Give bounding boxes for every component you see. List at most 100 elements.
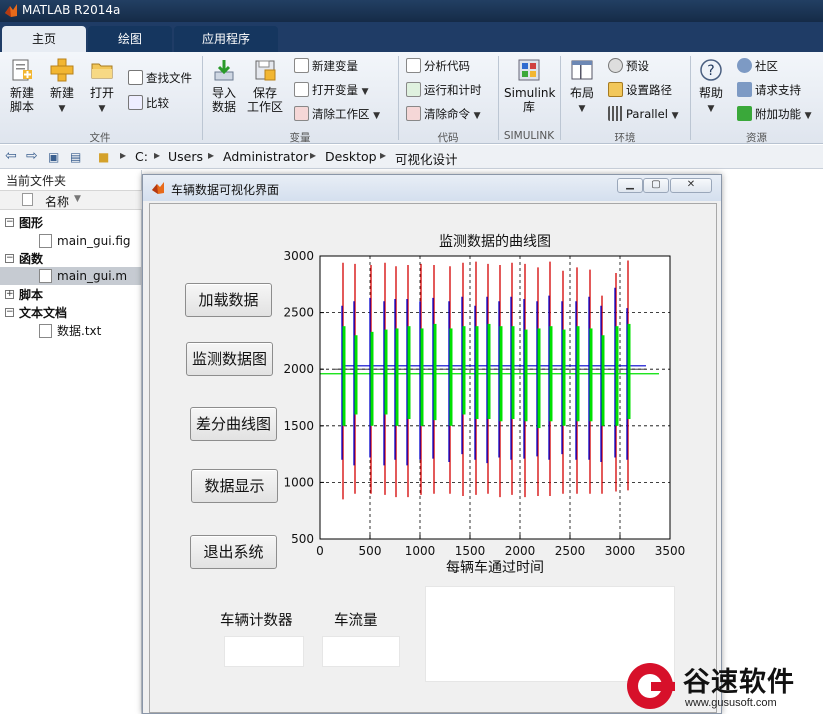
- file-name: 数据.txt: [57, 324, 102, 338]
- environment-group-label: 环境: [614, 132, 636, 144]
- new-variable-button[interactable]: 新建变量: [294, 58, 358, 74]
- clear-workspace-button[interactable]: 清除工作区 ▼: [294, 106, 380, 122]
- series-3-spike: [589, 328, 593, 422]
- collapse-icon[interactable]: −: [5, 308, 14, 317]
- help-icon: ?: [700, 59, 722, 81]
- open-variable-button[interactable]: 打开变量 ▼: [294, 82, 369, 98]
- series-3-spike: [549, 326, 553, 422]
- open-label: 打开: [89, 86, 114, 100]
- file-item[interactable]: main_gui.fig: [0, 232, 142, 250]
- tree-group-figures[interactable]: − 图形: [0, 214, 142, 232]
- request-support-label: 请求支持: [755, 83, 801, 97]
- open-variable-dropdown-icon[interactable]: ▼: [362, 87, 369, 97]
- resources-group-label: 资源: [746, 132, 767, 144]
- new-button[interactable]: 新建 ▼: [46, 58, 78, 116]
- file-item-selected[interactable]: main_gui.m: [0, 267, 142, 285]
- x-tick-label: 2000: [505, 544, 536, 558]
- traffic-flow-field[interactable]: [322, 636, 400, 667]
- y-tick-label: 1000: [283, 475, 314, 489]
- tree-group-scripts[interactable]: + 脚本: [0, 286, 142, 304]
- help-dropdown-icon[interactable]: ▼: [708, 104, 715, 114]
- app-title: MATLAB R2014a: [22, 3, 121, 17]
- simulink-library-button[interactable]: Simulink 库: [504, 58, 555, 114]
- back-arrow-icon[interactable]: ⇦: [5, 148, 17, 164]
- save-workspace-button[interactable]: 保存 工作区: [246, 58, 284, 114]
- parallel-dropdown-icon[interactable]: ▼: [672, 111, 679, 121]
- breadcrumb-users[interactable]: Users: [168, 149, 203, 164]
- import-data-button[interactable]: 导入 数据: [207, 58, 241, 114]
- analyze-code-button[interactable]: 分析代码: [406, 58, 470, 74]
- breadcrumb-drive[interactable]: C:: [135, 149, 148, 164]
- open-dropdown-icon[interactable]: ▼: [99, 104, 106, 114]
- breadcrumb-administrator[interactable]: Administrator: [223, 149, 308, 164]
- help-label: 帮助: [698, 86, 723, 100]
- parallel-button[interactable]: Parallel ▼: [608, 106, 678, 121]
- save-workspace-label: 保存 工作区: [246, 86, 283, 114]
- help-button[interactable]: ? 帮助 ▼: [696, 58, 726, 116]
- breadcrumb-desktop[interactable]: Desktop: [325, 149, 377, 164]
- group-label: 脚本: [19, 288, 44, 302]
- open-button[interactable]: 打开 ▼: [86, 58, 118, 116]
- find-files-button[interactable]: 查找文件: [128, 70, 192, 86]
- browse-folder-icon[interactable]: ▤: [70, 150, 81, 164]
- variable-group-label: 变量: [289, 132, 311, 144]
- watermark-logo: 谷速软件 www.gususoft.com: [625, 657, 823, 714]
- new-dropdown-icon[interactable]: ▼: [59, 104, 66, 114]
- add-ons-dropdown-icon[interactable]: ▼: [805, 111, 812, 121]
- layout-icon: [571, 60, 593, 80]
- series-3-spike: [420, 328, 424, 426]
- x-tick-label: 1000: [405, 544, 436, 558]
- request-support-button[interactable]: 请求支持: [737, 82, 801, 98]
- run-and-time-button[interactable]: 运行和计时: [406, 82, 482, 98]
- x-tick-label: 500: [359, 544, 382, 558]
- up-folder-icon[interactable]: ▣: [48, 150, 59, 164]
- find-files-icon: [128, 70, 143, 85]
- chart-title: 监测数据的曲线图: [439, 234, 551, 250]
- collapse-icon[interactable]: −: [5, 218, 14, 227]
- vehicle-counter-label: 车辆计数器: [220, 613, 293, 629]
- clear-workspace-dropdown-icon[interactable]: ▼: [373, 111, 380, 121]
- tab-home[interactable]: 主页: [2, 26, 86, 52]
- file-item[interactable]: 数据.txt: [0, 322, 142, 340]
- community-button[interactable]: 社区: [737, 58, 778, 74]
- sort-arrow-icon: ▼: [74, 194, 81, 204]
- path-separator-icon: ▸: [310, 148, 317, 162]
- add-ons-button[interactable]: 附加功能 ▼: [737, 106, 812, 122]
- parallel-label: Parallel: [626, 107, 668, 121]
- collapse-icon[interactable]: −: [5, 254, 14, 263]
- path-separator-icon: ▸: [154, 148, 161, 162]
- minimize-icon[interactable]: ▁: [617, 178, 643, 193]
- preferences-button[interactable]: 预设: [608, 58, 649, 74]
- figure-client-area: 加载数据 监测数据图 差分曲线图 数据显示 退出系统 车辆计数器 车流量 0 50…: [149, 203, 717, 713]
- preferences-label: 预设: [626, 59, 649, 73]
- tree-group-functions[interactable]: − 函数: [0, 250, 142, 268]
- clear-commands-dropdown-icon[interactable]: ▼: [474, 111, 481, 121]
- group-separator: [202, 56, 203, 140]
- simulink-group-label: SIMULINK: [503, 130, 555, 142]
- layout-dropdown-icon[interactable]: ▼: [579, 104, 586, 114]
- clear-commands-button[interactable]: 清除命令 ▼: [406, 106, 481, 122]
- tree-group-text-documents[interactable]: − 文本文档: [0, 304, 142, 322]
- forward-arrow-icon[interactable]: ⇨: [26, 148, 38, 164]
- series-3-spike: [537, 328, 541, 429]
- compare-button[interactable]: 比较: [128, 95, 169, 111]
- expand-icon[interactable]: +: [5, 290, 14, 299]
- path-separator-icon: ▸: [208, 148, 215, 162]
- tab-apps[interactable]: 应用程序: [174, 26, 278, 52]
- layout-button[interactable]: 布局 ▼: [566, 58, 598, 116]
- close-icon[interactable]: ✕: [670, 178, 712, 193]
- figure-title: 车辆数据可视化界面: [171, 183, 280, 197]
- figure-title-bar[interactable]: 车辆数据可视化界面 ▁ ▢ ✕: [143, 175, 721, 201]
- column-header[interactable]: 名称 ▼: [0, 190, 142, 210]
- tab-plots[interactable]: 绘图: [88, 26, 172, 52]
- clear-commands-label: 清除命令: [424, 107, 470, 121]
- new-label: 新建: [49, 86, 74, 100]
- new-script-button[interactable]: 新建 脚本: [4, 58, 40, 114]
- group-separator: [498, 56, 499, 140]
- set-path-button[interactable]: 设置路径: [608, 82, 672, 98]
- series-3-spike: [627, 323, 631, 420]
- fig-file-icon: [39, 234, 52, 248]
- breadcrumb-current-folder[interactable]: 可视化设计: [395, 149, 458, 168]
- vehicle-counter-field[interactable]: [224, 636, 304, 667]
- maximize-icon[interactable]: ▢: [643, 178, 669, 193]
